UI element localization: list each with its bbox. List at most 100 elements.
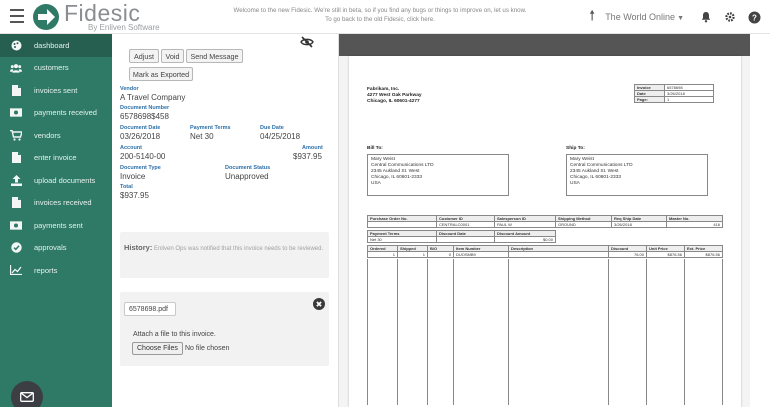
sidebar-item-payments-sent[interactable]: payments sent (0, 214, 112, 237)
order-cell (367, 221, 437, 228)
total-label: Total (120, 184, 133, 190)
doc-type-value: Invoice (120, 172, 146, 181)
doc-number-value: 6578698$458 (120, 112, 169, 121)
order-cell: GROUND (555, 221, 612, 228)
column-rule (608, 259, 609, 405)
column-rule (397, 259, 398, 405)
bell-icon[interactable] (698, 9, 714, 25)
account-label: Account (120, 145, 142, 151)
palette-icon (10, 40, 22, 51)
sidebar-item-invoices-received[interactable]: invoices received (0, 192, 112, 215)
terms-cell: Net 30 (367, 236, 437, 243)
welcome-link[interactable]: To go back to the old Fidesic, click her… (215, 15, 545, 24)
total-value: $937.95 (120, 191, 149, 200)
sidebar-item-payments-received[interactable]: payments received (0, 102, 112, 125)
document-icon (10, 84, 22, 96)
fidesic-logo-icon[interactable] (32, 3, 60, 31)
history-text: History: Enliven Ops was notified that t… (124, 243, 324, 254)
cart-icon (10, 129, 22, 141)
column-rule (508, 259, 509, 405)
chart-icon (10, 265, 22, 276)
sidebar-item-label: approvals (34, 243, 67, 253)
vendor-label: Vendor (120, 86, 139, 92)
sidebar-item-dashboard[interactable]: dashboard (0, 34, 112, 57)
order-cell: CENTRALC0001 (436, 221, 495, 228)
sidebar-item-invoices-sent[interactable]: invoices sent (0, 79, 112, 102)
sidebar-item-label: invoices sent (34, 85, 78, 95)
document-icon (10, 197, 22, 209)
line-items-table: Ordered Shipped B/O Item Number Descript… (367, 245, 723, 258)
check-circle-icon (10, 242, 22, 253)
welcome-line: Welcome to the new Fidesic. We're still … (233, 7, 527, 14)
line-cell: DUOSMB9 (453, 251, 509, 258)
line-cell: 1 (367, 251, 398, 258)
sidebar-item-label: invoices received (34, 198, 92, 208)
line-cell: 76.00 (608, 251, 647, 258)
line-cell: 1 (397, 251, 428, 258)
account-value: 200-5140-00 (120, 152, 166, 161)
close-icon[interactable]: ✖ (313, 298, 325, 310)
sidebar-item-enter-invoice[interactable]: enter invoice (0, 147, 112, 170)
chevron-down-icon: ▼ (677, 15, 684, 22)
void-button[interactable]: Void (161, 49, 184, 63)
sidebar-item-reports[interactable]: reports (0, 259, 112, 282)
column-rule (367, 259, 368, 405)
sidebar-item-label: customers (34, 63, 69, 73)
due-date-label: Due Date (260, 125, 284, 131)
help-icon[interactable]: ? (746, 9, 762, 25)
vendor-value: A Travel Company (120, 93, 186, 102)
invoice-detail-panel: Adjust Void Send Message Mark as Exporte… (112, 34, 338, 407)
top-header: Fidesic By Enliven Software Welcome to t… (0, 0, 770, 34)
choose-files-button[interactable]: Choose Files (132, 342, 183, 355)
envelope-icon (20, 392, 34, 402)
mark-exported-button[interactable]: Mark as Exported (129, 67, 193, 81)
adjust-button[interactable]: Adjust (129, 49, 159, 63)
column-rule (427, 259, 428, 405)
sidebar-item-label: payments received (34, 108, 97, 118)
sidebar-item-approvals[interactable]: approvals (0, 237, 112, 260)
hamburger-menu-icon[interactable] (10, 9, 24, 23)
bill-to-label: Bill To: (367, 146, 383, 151)
ship-to-address: Mary Weist Central Communications LTD 23… (566, 154, 708, 196)
history-section: History: Enliven Ops was notified that t… (120, 232, 329, 278)
due-date-value: 04/25/2018 (260, 132, 301, 141)
address-line: USA (371, 181, 381, 186)
send-message-button[interactable]: Send Message (186, 49, 243, 63)
up-arrow-icon[interactable]: 🠕 (589, 5, 595, 29)
amount-label: Amount (302, 145, 323, 151)
ship-to-label: Ship To: (566, 146, 585, 151)
attach-instructions: Attach a file to this invoice. (133, 331, 216, 338)
sidebar-item-customers[interactable]: customers (0, 57, 112, 80)
sidebar: dashboard customers invoices sent paymen… (0, 34, 112, 407)
payment-terms-value: Net 30 (190, 132, 214, 141)
message-button[interactable] (11, 381, 43, 407)
page-margin (750, 34, 770, 407)
line-cell: $876.56 (646, 251, 685, 258)
history-title: History: (124, 243, 153, 252)
line-cell: $876.56 (684, 251, 723, 258)
sidebar-item-label: reports (34, 265, 58, 275)
doc-type-label: Document Type (120, 165, 161, 171)
money-icon (10, 108, 22, 118)
document-viewer[interactable]: Fabrikam, Inc. 4277 West Oak Parkway Chi… (338, 34, 751, 407)
attached-file-link[interactable]: 6578698.pdf (124, 302, 176, 316)
sidebar-item-upload-documents[interactable]: upload documents (0, 169, 112, 192)
line-cell: 0 (427, 251, 454, 258)
sidebar-item-label: payments sent (34, 220, 83, 230)
doc-status-label: Document Status (225, 165, 271, 171)
gear-icon[interactable] (722, 9, 738, 25)
attachment-section: 6578698.pdf ✖ Attach a file to this invo… (120, 292, 329, 366)
address-line: USA (570, 181, 580, 186)
order-cell: 416 (666, 221, 723, 228)
doc-date-value: 03/26/2018 (120, 132, 161, 141)
bill-to-address: Mary Weist Central Communications LTD 23… (367, 154, 509, 196)
money-icon (10, 220, 22, 230)
sidebar-item-vendors[interactable]: vendors (0, 124, 112, 147)
hide-eye-icon[interactable] (300, 36, 314, 48)
no-file-chosen-text: No file chosen (185, 345, 230, 352)
company-selector[interactable]: The World Online ▼ (605, 12, 684, 22)
order-cell: 3/26/2018 (611, 221, 667, 228)
header-actions: 🠕 The World Online ▼ ? (589, 0, 770, 34)
column-rule (453, 259, 454, 405)
order-cell: PAUL W (494, 221, 556, 228)
